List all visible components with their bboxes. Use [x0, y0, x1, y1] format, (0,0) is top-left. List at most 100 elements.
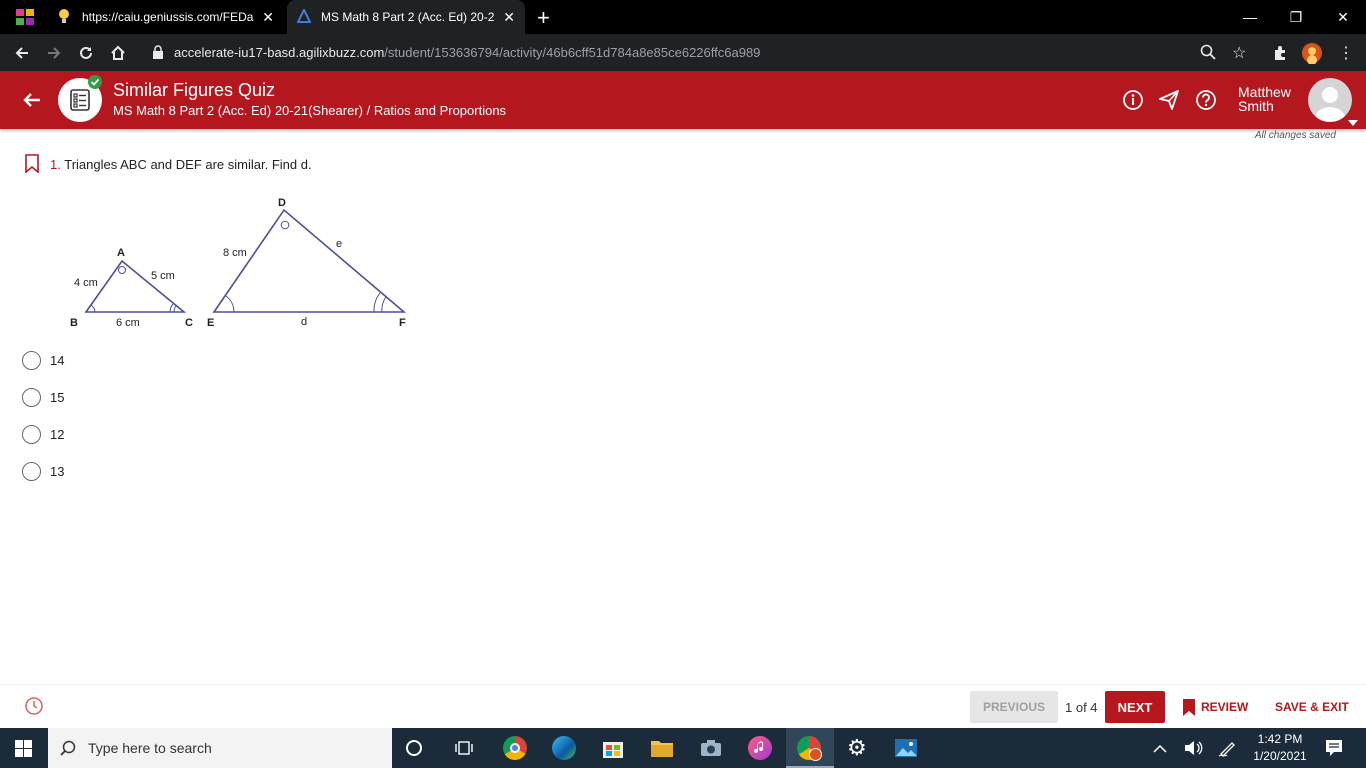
forward-icon[interactable] — [42, 41, 66, 65]
checklist-icon — [70, 89, 90, 111]
tab-ms-math[interactable]: MS Math 8 Part 2 (Acc. Ed) 20-21 ✕ — [287, 0, 525, 34]
radio-button[interactable] — [22, 424, 41, 444]
vertex-f-label: F — [399, 317, 406, 329]
home-icon[interactable] — [106, 41, 130, 65]
angle-e-mark — [225, 295, 235, 313]
settings-icon[interactable]: ⚙ — [847, 736, 867, 760]
bookmark-filled-icon — [1183, 698, 1195, 716]
answer-option[interactable]: 15 — [22, 386, 64, 408]
pen-icon[interactable] — [1218, 739, 1238, 762]
edge-icon[interactable] — [552, 736, 576, 760]
file-explorer-icon[interactable] — [650, 736, 674, 760]
search-icon — [60, 740, 76, 761]
chevron-down-icon[interactable] — [1348, 113, 1358, 131]
photos-icon[interactable] — [894, 736, 918, 760]
save-status: All changes saved — [1254, 130, 1336, 141]
lock-icon — [152, 45, 164, 64]
answer-option[interactable]: 13 — [22, 460, 64, 482]
bookmark-star-icon[interactable]: ☆ — [1232, 43, 1246, 63]
chrome-profile-icon[interactable] — [797, 736, 822, 761]
page-title: Similar Figures Quiz — [113, 80, 276, 100]
address-bar[interactable]: accelerate-iu17-basd.agilixbuzz.com/stud… — [140, 38, 1260, 67]
side-ab-label: 4 cm — [74, 277, 98, 289]
search-placeholder: Type here to search — [88, 740, 212, 756]
answer-option[interactable]: 12 — [22, 423, 64, 445]
question-number: 1. — [50, 157, 61, 172]
chevron-up-icon[interactable] — [1153, 741, 1167, 759]
time-text: 1:42 PM — [1257, 732, 1303, 746]
new-tab-icon[interactable]: + — [537, 5, 550, 31]
send-icon[interactable] — [1158, 89, 1180, 111]
side-de-label: 8 cm — [223, 247, 247, 259]
reload-icon[interactable] — [74, 41, 98, 65]
notification-icon[interactable] — [1325, 739, 1343, 762]
quiz-footer: PREVIOUS 1 of 4 NEXT REVIEW SAVE & EXIT — [0, 684, 1366, 728]
cortana-icon[interactable] — [406, 740, 422, 756]
itunes-icon[interactable] — [748, 736, 772, 760]
browser-menu-icon[interactable]: ⋮ — [1334, 41, 1358, 65]
tab-genius[interactable]: https://caiu.geniussis.com/FEDas ✕ — [48, 0, 284, 34]
taskbar-search[interactable]: Type here to search — [48, 728, 392, 768]
user-name[interactable]: Matthew Smith — [1238, 85, 1291, 113]
quiz-logo — [58, 75, 102, 122]
close-tab-icon[interactable]: ✕ — [503, 9, 515, 26]
review-button[interactable]: REVIEW — [1182, 691, 1248, 723]
chrome-icon[interactable] — [503, 736, 527, 760]
bookmark-icon[interactable] — [24, 154, 40, 178]
angle-b-mark — [90, 304, 96, 313]
option-label: 13 — [50, 463, 65, 479]
radio-button[interactable] — [22, 387, 41, 407]
store-icon[interactable] — [601, 736, 625, 760]
user-avatar[interactable] — [1308, 78, 1352, 122]
next-button[interactable]: NEXT — [1105, 691, 1165, 723]
angle-a-mark — [118, 266, 126, 274]
angle-d-mark — [280, 220, 290, 230]
taskbar-clock[interactable]: 1:42 PM 1/20/2021 — [1250, 731, 1310, 765]
vertex-b-label: B — [70, 317, 78, 329]
app-header: Similar Figures Quiz MS Math 8 Part 2 (A… — [0, 71, 1366, 129]
help-icon[interactable] — [1195, 89, 1217, 111]
person-icon — [1315, 87, 1345, 122]
save-exit-button[interactable]: SAVE & EXIT — [1275, 700, 1349, 714]
minimize-icon[interactable]: — — [1227, 0, 1273, 34]
question-text: Triangles ABC and DEF are similar. Find … — [64, 157, 312, 172]
radio-button[interactable] — [22, 461, 41, 481]
side-bc-label: 6 cm — [116, 317, 140, 329]
camera-icon[interactable] — [699, 736, 723, 760]
task-view-icon[interactable] — [455, 740, 473, 761]
vertex-d-label: D — [278, 197, 286, 209]
option-label: 12 — [50, 426, 65, 442]
extensions-icon[interactable] — [1268, 41, 1292, 65]
volume-icon[interactable] — [1183, 739, 1203, 762]
profile-avatar-icon[interactable] — [1300, 41, 1324, 65]
zoom-icon[interactable] — [1200, 44, 1216, 65]
lightbulb-icon — [58, 8, 74, 27]
previous-button[interactable]: PREVIOUS — [970, 691, 1058, 723]
side-ef-label: d — [301, 316, 307, 328]
triangle-def — [212, 208, 407, 313]
agilix-icon — [296, 7, 313, 26]
breadcrumb[interactable]: MS Math 8 Part 2 (Acc. Ed) 20-21(Shearer… — [113, 103, 506, 118]
info-icon[interactable] — [1122, 89, 1144, 111]
close-tab-icon[interactable]: ✕ — [262, 9, 274, 26]
browser-toolbar: accelerate-iu17-basd.agilixbuzz.com/stud… — [0, 34, 1366, 71]
clock-icon[interactable] — [24, 696, 44, 721]
back-icon[interactable] — [10, 41, 34, 65]
restore-icon[interactable]: ❐ — [1273, 0, 1319, 34]
question-prompt: 1. Triangles ABC and DEF are similar. Fi… — [50, 157, 312, 172]
windows-start-icon[interactable] — [15, 740, 32, 762]
page-indicator: 1 of 4 — [1065, 700, 1098, 715]
side-df-label: e — [336, 238, 342, 250]
close-window-icon[interactable]: ✕ — [1320, 0, 1366, 34]
back-arrow-icon[interactable] — [22, 90, 42, 115]
triangle-abc — [84, 259, 187, 313]
radio-button[interactable] — [22, 350, 41, 370]
window-menu-icon[interactable] — [16, 9, 34, 25]
triangles-figure: A B C 4 cm 5 cm 6 cm D E F 8 cm e d — [70, 197, 407, 329]
answer-option[interactable]: 14 — [22, 349, 64, 371]
vertex-e-label: E — [207, 317, 214, 329]
url-text: accelerate-iu17-basd.agilixbuzz.com/stud… — [174, 45, 761, 60]
option-label: 15 — [50, 389, 65, 405]
tab-title: https://caiu.geniussis.com/FEDas — [82, 10, 254, 24]
vertex-c-label: C — [185, 317, 193, 329]
